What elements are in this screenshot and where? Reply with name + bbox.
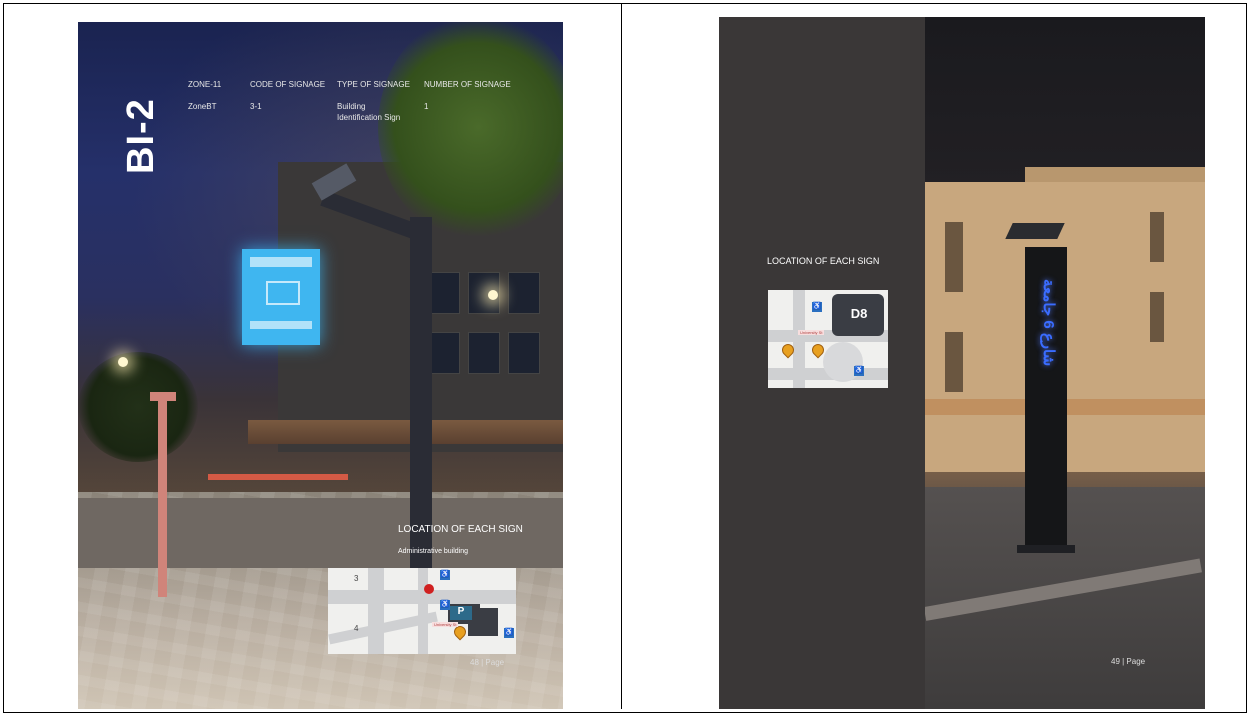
meta-header-type: TYPE OF SIGNAGE (337, 80, 410, 89)
current-location-marker (424, 584, 434, 594)
accessible-parking-icon: ♿ (854, 366, 864, 376)
location-title: LOCATION OF EACH SIGN (767, 256, 880, 266)
totem-led-text: شارع 6 جامعة (1040, 279, 1057, 367)
street-lamp (118, 357, 128, 367)
map-building-tag: D8 (846, 306, 872, 324)
map-roundabout (823, 342, 863, 382)
map-road (418, 568, 428, 654)
meta-header-zone: ZONE-11 (188, 80, 222, 89)
map-building-tag: P (450, 606, 472, 620)
window (1150, 212, 1164, 262)
meta-value-number: 1 (424, 102, 429, 111)
sign-text-line (250, 321, 312, 329)
illuminated-sign (242, 249, 320, 345)
sign-pole (410, 217, 432, 592)
map-zone-number: 3 (354, 574, 359, 583)
parking-barrier (208, 474, 348, 480)
table-divider (621, 3, 622, 709)
sign-text-line (250, 257, 312, 267)
map-road (368, 568, 384, 654)
location-map: D8 ♿ ♿ University St (768, 290, 888, 388)
meta-value-type: Building Identification Sign (337, 102, 401, 122)
location-map: P ♿ ♿ ♿ University St 3 4 (328, 568, 516, 654)
signage-code-title: BI-2 (120, 98, 162, 174)
map-zone-number: 4 (354, 624, 359, 633)
sign-symbol (266, 281, 300, 305)
left-page: BI-2 ZONE-11 CODE OF SIGNAGE TYPE OF SIG… (78, 22, 563, 709)
window (945, 222, 963, 292)
meta-value-zone: ZoneBT (188, 102, 217, 111)
window (945, 332, 963, 392)
solar-panel (1005, 223, 1065, 239)
window (468, 332, 500, 374)
meta-header-code: CODE OF SIGNAGE (250, 80, 326, 89)
window (1150, 292, 1164, 342)
location-title: LOCATION OF EACH SIGN (398, 524, 523, 535)
totem-sign-photo: شارع 6 جامعة (925, 17, 1205, 709)
barrier-post (158, 397, 167, 597)
parking-canopy (248, 420, 563, 444)
page-number: 48 | Page (470, 658, 505, 667)
right-page: LOCATION OF EACH SIGN D8 ♿ ♿ University … (719, 17, 1205, 709)
page-number: 49 | Page (1111, 657, 1146, 666)
window (508, 332, 540, 374)
window (508, 272, 540, 314)
accessible-parking-icon: ♿ (504, 628, 514, 638)
meta-value-code: 3-1 (250, 102, 262, 111)
map-road-label: University St (432, 622, 459, 627)
window (428, 272, 460, 314)
location-subtitle: Administrative building (398, 548, 469, 555)
accessible-parking-icon: ♿ (440, 600, 450, 610)
totem-base (1017, 545, 1075, 553)
accessible-parking-icon: ♿ (440, 570, 450, 580)
map-road-label: University St (798, 330, 825, 335)
meta-header-number: NUMBER OF SIGNAGE (424, 80, 511, 89)
accessible-parking-icon: ♿ (812, 302, 822, 312)
tree (78, 352, 198, 462)
street-lamp (488, 290, 498, 300)
barrier-post-cap (150, 392, 176, 401)
window (428, 332, 460, 374)
